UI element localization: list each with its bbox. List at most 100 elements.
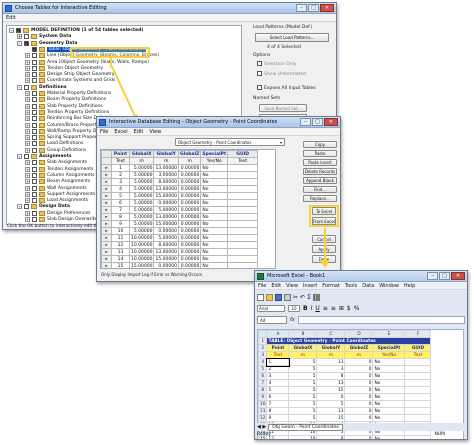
excel-cell[interactable]: 5 — [316, 400, 346, 408]
grid-row-header[interactable]: ▸ — [101, 164, 112, 172]
excel-cell[interactable] — [404, 393, 432, 401]
grid-cell[interactable]: 5.00000 — [153, 206, 179, 214]
show-unformatted-option[interactable]: Show Unformatted — [257, 71, 306, 77]
grid-cell[interactable]: 0.00000 — [153, 262, 179, 268]
table-row[interactable]: 1 TABLE: Object Geometry - Point Coordina… — [258, 337, 432, 345]
table-row[interactable]: 3 Text m m m Yes/No Text — [258, 351, 432, 359]
table-row[interactable]: ▸ 8 5.00000 13.00000 0.00000 No — [101, 213, 259, 221]
menu-view[interactable]: View — [286, 283, 298, 289]
excel-cell[interactable]: 5 — [266, 386, 290, 394]
tree-checkbox[interactable] — [32, 217, 37, 222]
grid-cell[interactable]: 5.00000 — [128, 164, 155, 172]
excel-cell[interactable]: 0 — [344, 365, 374, 373]
table-row[interactable]: ▸ 12 10.00000 8.00000 0.00000 No — [101, 241, 259, 249]
excel-header-cell[interactable]: GlobalX — [288, 344, 318, 352]
tree-checkbox[interactable]: ✓ — [32, 46, 37, 52]
expand-icon[interactable]: + — [25, 116, 30, 122]
status-import-log[interactable]: Only Display Import Log if Error or Warn… — [101, 272, 202, 277]
select-all-corner[interactable] — [258, 330, 268, 338]
grid-cell[interactable] — [227, 199, 259, 207]
menu-edit[interactable]: Edit — [134, 129, 144, 135]
excel-cell[interactable] — [404, 400, 432, 408]
tree-checkbox[interactable] — [24, 154, 29, 159]
excel-cell[interactable]: 3 — [266, 372, 290, 380]
expand-icon[interactable]: + — [25, 198, 30, 204]
excel-row-header[interactable]: 9 — [258, 393, 268, 401]
grid-column-header[interactable]: GlobalZ — [177, 150, 202, 158]
excel-cell[interactable] — [404, 386, 432, 394]
grid-cell[interactable]: No — [200, 262, 229, 268]
tree-checkbox[interactable]: ✓ — [24, 40, 29, 46]
menu-insert[interactable]: Insert — [303, 283, 317, 289]
menu-excel[interactable]: Excel — [114, 129, 127, 135]
grid-cell[interactable]: 10 — [111, 227, 130, 235]
excel-cell[interactable]: 15 — [316, 414, 346, 422]
grid-cell[interactable]: No — [200, 248, 229, 256]
expand-icon[interactable]: + — [25, 135, 30, 141]
minimize-icon[interactable]: – — [300, 118, 311, 126]
tree-checkbox[interactable] — [32, 185, 37, 191]
grid-cell[interactable] — [227, 192, 259, 200]
excel-unit-cell[interactable]: m — [288, 351, 318, 359]
close-icon[interactable]: ✕ — [451, 272, 465, 280]
grid-cell[interactable]: 5.00000 — [153, 234, 179, 242]
grid-cell[interactable]: 13 — [111, 248, 130, 256]
from-excel-button[interactable]: From Excel — [312, 217, 336, 225]
grid-cell[interactable]: 8.00000 — [153, 178, 179, 186]
grid-column-header[interactable]: GUID — [227, 150, 259, 158]
grid-cell[interactable]: 7 — [111, 206, 130, 214]
grid-cell[interactable]: 0.00000 — [153, 199, 179, 207]
expand-icon[interactable]: + — [25, 147, 30, 153]
minimize-icon[interactable]: – — [427, 272, 438, 280]
excel-cell[interactable]: 8 — [316, 372, 346, 380]
cut-icon[interactable]: ✂ — [293, 294, 298, 301]
table-row[interactable]: ▸ 5 5.00000 15.00000 0.00000 No — [101, 192, 259, 200]
maximize-icon[interactable]: □ — [439, 272, 450, 280]
table-row[interactable]: ▸ 9 5.00000 15.00000 0.00000 No — [101, 220, 259, 228]
excel-cell[interactable] — [404, 407, 432, 415]
excel-row-header[interactable]: 1 — [258, 337, 268, 345]
grid-cell[interactable]: 3 — [111, 178, 130, 186]
undo-icon[interactable]: ↶ — [300, 294, 305, 301]
grid-column-header[interactable]: GlobalX — [128, 150, 155, 158]
grid-cell[interactable]: 5.00000 — [128, 192, 155, 200]
percent-icon[interactable]: % — [354, 305, 360, 312]
table-dropdown[interactable]: Object Geometry - Point Coordinates ▾ — [175, 138, 285, 146]
delete-records-button[interactable]: Delete Records — [303, 168, 337, 175]
grid-cell[interactable]: 3.00000 — [153, 171, 179, 179]
grid-cell[interactable]: 9 — [111, 220, 130, 228]
excel-unit-cell[interactable]: m — [316, 351, 346, 359]
editing-titlebar[interactable]: Interactive Database Editing - Object Ge… — [97, 117, 340, 128]
excel-header-cell[interactable]: GlobalY — [316, 344, 346, 352]
excel-column-header[interactable]: A — [266, 330, 290, 338]
bold-icon[interactable]: B — [303, 305, 308, 312]
underline-icon[interactable]: U — [315, 305, 319, 312]
grid-cell[interactable] — [227, 234, 259, 242]
excel-column-header[interactable]: E — [372, 330, 406, 338]
expand-icon[interactable]: + — [25, 191, 30, 197]
menu-help[interactable]: Help — [404, 283, 415, 289]
grid-row-header[interactable]: ▸ — [101, 234, 112, 242]
grid-cell[interactable]: 12 — [111, 241, 130, 249]
grid-cell[interactable]: 13.00000 — [153, 185, 179, 193]
menu-format[interactable]: Format — [322, 283, 340, 289]
tree-checkbox[interactable] — [24, 204, 29, 210]
grid-cell[interactable]: 5.00000 — [128, 171, 155, 179]
menu-view[interactable]: View — [149, 129, 161, 135]
grid-cell[interactable]: 10.00000 — [128, 234, 155, 242]
grid-cell[interactable]: 5.00000 — [128, 178, 155, 186]
expand-icon[interactable]: + — [25, 65, 30, 71]
excel-cell[interactable]: No — [372, 400, 406, 408]
grid-row-header[interactable]: ▸ — [101, 178, 112, 186]
new-icon[interactable] — [257, 293, 264, 301]
grid-cell[interactable] — [227, 241, 259, 249]
excel-cell[interactable]: 0 — [344, 379, 374, 387]
excel-cell[interactable]: 4 — [266, 379, 290, 387]
grid-cell[interactable]: 0.00000 — [177, 206, 202, 214]
tree-checkbox[interactable] — [32, 53, 37, 59]
copy-button[interactable]: Copy — [303, 141, 337, 148]
expose-all-option[interactable]: Expose All Input Tables — [257, 85, 316, 91]
grid-cell[interactable] — [227, 227, 259, 235]
grid-cell[interactable]: No — [200, 227, 229, 235]
menu-data[interactable]: Data — [362, 283, 374, 289]
